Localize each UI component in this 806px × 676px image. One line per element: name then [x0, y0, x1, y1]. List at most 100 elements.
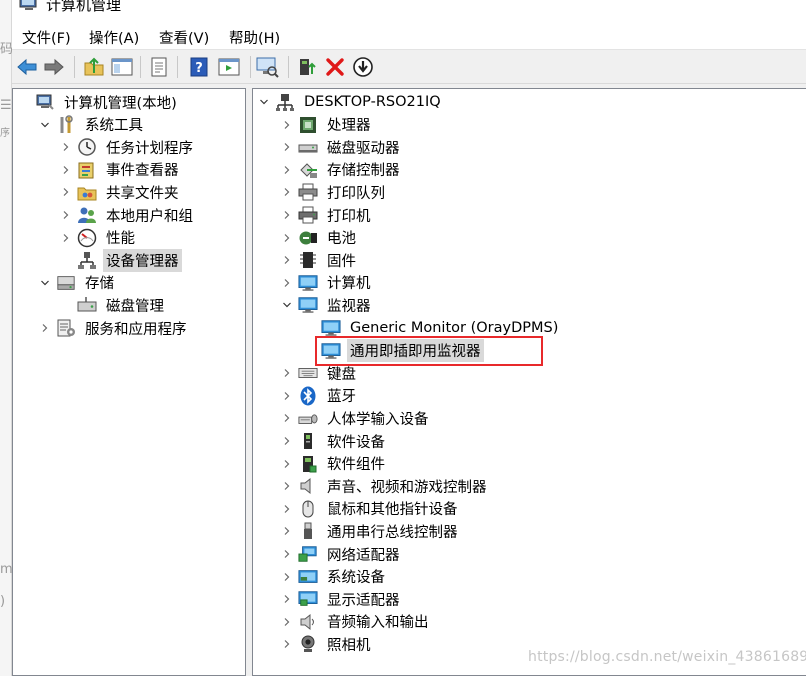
chevron-right-icon[interactable] [280, 253, 294, 267]
forward-arrow-icon[interactable] [42, 55, 66, 79]
chevron-right-icon[interactable] [280, 208, 294, 222]
chevron-right-icon[interactable] [280, 185, 294, 199]
menu-help[interactable]: 帮助(H) [229, 27, 280, 48]
chevron-right-icon[interactable] [59, 185, 73, 199]
back-arrow-icon[interactable] [15, 55, 39, 79]
console-tree-item[interactable]: 设备管理器 [59, 248, 182, 272]
chevron-right-icon[interactable] [280, 389, 294, 403]
console-tree-item[interactable]: 任务计划程序 [59, 136, 196, 158]
device-tree-item[interactable]: 声音、视频和游戏控制器 [280, 475, 490, 497]
chevron-right-icon[interactable] [280, 524, 294, 538]
device-tree-item[interactable]: 显示适配器 [280, 588, 403, 610]
device-tree-item[interactable]: DESKTOP-RSO21IQ [257, 91, 444, 113]
disable-device-icon[interactable] [351, 55, 375, 79]
monitor-icon [321, 318, 341, 338]
background-window-edge: 码 ☰ 序 m ) [0, 0, 13, 676]
keyboard-icon [298, 363, 318, 383]
menu-view[interactable]: 查看(V) [159, 27, 209, 48]
properties-icon[interactable] [147, 55, 171, 79]
chevron-right-icon[interactable] [280, 366, 294, 380]
tree-item-label: 固件 [327, 253, 356, 270]
device-tree-item[interactable]: 打印机 [280, 204, 374, 226]
chevron-right-icon[interactable] [280, 637, 294, 651]
device-tree-item[interactable]: 监视器 [280, 294, 374, 316]
chevron-right-icon[interactable] [280, 615, 294, 629]
camera-icon [298, 634, 318, 654]
menu-file[interactable]: 文件(F) [22, 27, 71, 48]
device-tree-item[interactable]: 软件组件 [280, 453, 388, 475]
chevron-right-icon[interactable] [280, 434, 294, 448]
network-adapter-icon [298, 544, 318, 564]
chevron-right-icon[interactable] [59, 163, 73, 177]
tree-item-label: 打印队列 [327, 185, 385, 202]
device-tree-item[interactable]: 通用串行总线控制器 [280, 520, 461, 542]
highlight-annotation-box [315, 336, 543, 366]
chevron-down-icon[interactable] [280, 298, 294, 312]
console-tree-item[interactable]: 共享文件夹 [59, 181, 182, 203]
chevron-right-icon[interactable] [59, 208, 73, 222]
device-tree-item[interactable]: 软件设备 [280, 430, 388, 452]
device-tree-item[interactable]: 存储控制器 [280, 159, 403, 181]
computer-management-icon [18, 0, 40, 12]
scan-hardware-icon[interactable] [255, 55, 279, 79]
tree-item-label: 处理器 [327, 118, 371, 135]
title-bar[interactable]: 计算机管理 [12, 0, 806, 22]
device-tree-item[interactable]: 打印队列 [280, 181, 388, 203]
console-tree-item[interactable]: 事件查看器 [59, 159, 182, 181]
device-tree-item[interactable]: 固件 [280, 249, 359, 271]
device-tree-item[interactable]: 人体学输入设备 [280, 407, 432, 429]
chevron-right-icon[interactable] [280, 163, 294, 177]
chevron-right-icon[interactable] [280, 276, 294, 290]
device-tree-item[interactable]: 处理器 [280, 114, 374, 136]
show-hide-tree-icon[interactable] [110, 55, 134, 79]
menu-action[interactable]: 操作(A) [89, 27, 139, 48]
device-tree-item[interactable]: 鼠标和其他指针设备 [280, 498, 461, 520]
console-tree-item[interactable]: 本地用户和组 [59, 204, 196, 226]
up-folder-icon[interactable] [82, 55, 106, 79]
storage-icon [56, 273, 76, 293]
device-tree-item[interactable]: 蓝牙 [280, 385, 359, 407]
audio-io-icon [298, 612, 318, 632]
console-tree-item[interactable]: 性能 [59, 227, 138, 249]
console-tree-pane[interactable]: 计算机管理(本地) 系统工具 任务计划程序 事件查看器共享文件夹本地用户和组 性能 设备管… [12, 88, 246, 676]
chevron-right-icon[interactable] [280, 457, 294, 471]
chevron-right-icon[interactable] [280, 118, 294, 132]
console-tree-item[interactable]: 计算机管理(本地) [17, 91, 180, 113]
chevron-right-icon[interactable] [280, 547, 294, 561]
device-tree-item[interactable]: 照相机 [280, 633, 374, 655]
device-tree-item[interactable]: 音频输入和输出 [280, 611, 432, 633]
chevron-down-icon[interactable] [38, 118, 52, 132]
console-tree-item[interactable]: 服务和应用程序 [38, 317, 190, 339]
clock-icon [77, 137, 97, 157]
software-device-icon [298, 431, 318, 451]
update-driver-icon[interactable] [295, 55, 319, 79]
chevron-right-icon[interactable] [280, 140, 294, 154]
chevron-right-icon[interactable] [280, 502, 294, 516]
chevron-right-icon[interactable] [59, 140, 73, 154]
chevron-right-icon[interactable] [59, 231, 73, 245]
device-tree-pane[interactable]: DESKTOP-RSO21IQ 处理器 磁盘驱动器 存储控制器打印队列打印机电池固件计… [252, 88, 806, 676]
console-tree-item[interactable]: 系统工具 [38, 114, 146, 136]
device-tree-item[interactable]: 网络适配器 [280, 543, 403, 565]
mouse-icon [298, 499, 318, 519]
chevron-right-icon[interactable] [280, 479, 294, 493]
chevron-right-icon[interactable] [280, 231, 294, 245]
chevron-right-icon[interactable] [280, 411, 294, 425]
device-tree-item[interactable]: 计算机 [280, 272, 374, 294]
device-tree-item[interactable]: 电池 [280, 227, 359, 249]
device-tree-item[interactable]: 系统设备 [280, 566, 388, 588]
tree-item-label: 电池 [327, 231, 356, 248]
help-icon[interactable]: ? [187, 55, 211, 79]
tree-item-label: 共享文件夹 [106, 185, 179, 202]
chevron-right-icon[interactable] [280, 592, 294, 606]
services-icon [56, 318, 76, 338]
chevron-right-icon[interactable] [38, 321, 52, 335]
console-tree-item[interactable]: 存储 [38, 272, 117, 294]
device-tree-item[interactable]: 磁盘驱动器 [280, 136, 403, 158]
action-pane-icon[interactable] [217, 55, 241, 79]
uninstall-x-icon[interactable] [323, 55, 347, 79]
console-tree-item[interactable]: 磁盘管理 [59, 294, 167, 316]
chevron-down-icon[interactable] [38, 276, 52, 290]
chevron-down-icon[interactable] [257, 95, 271, 109]
chevron-right-icon[interactable] [280, 570, 294, 584]
